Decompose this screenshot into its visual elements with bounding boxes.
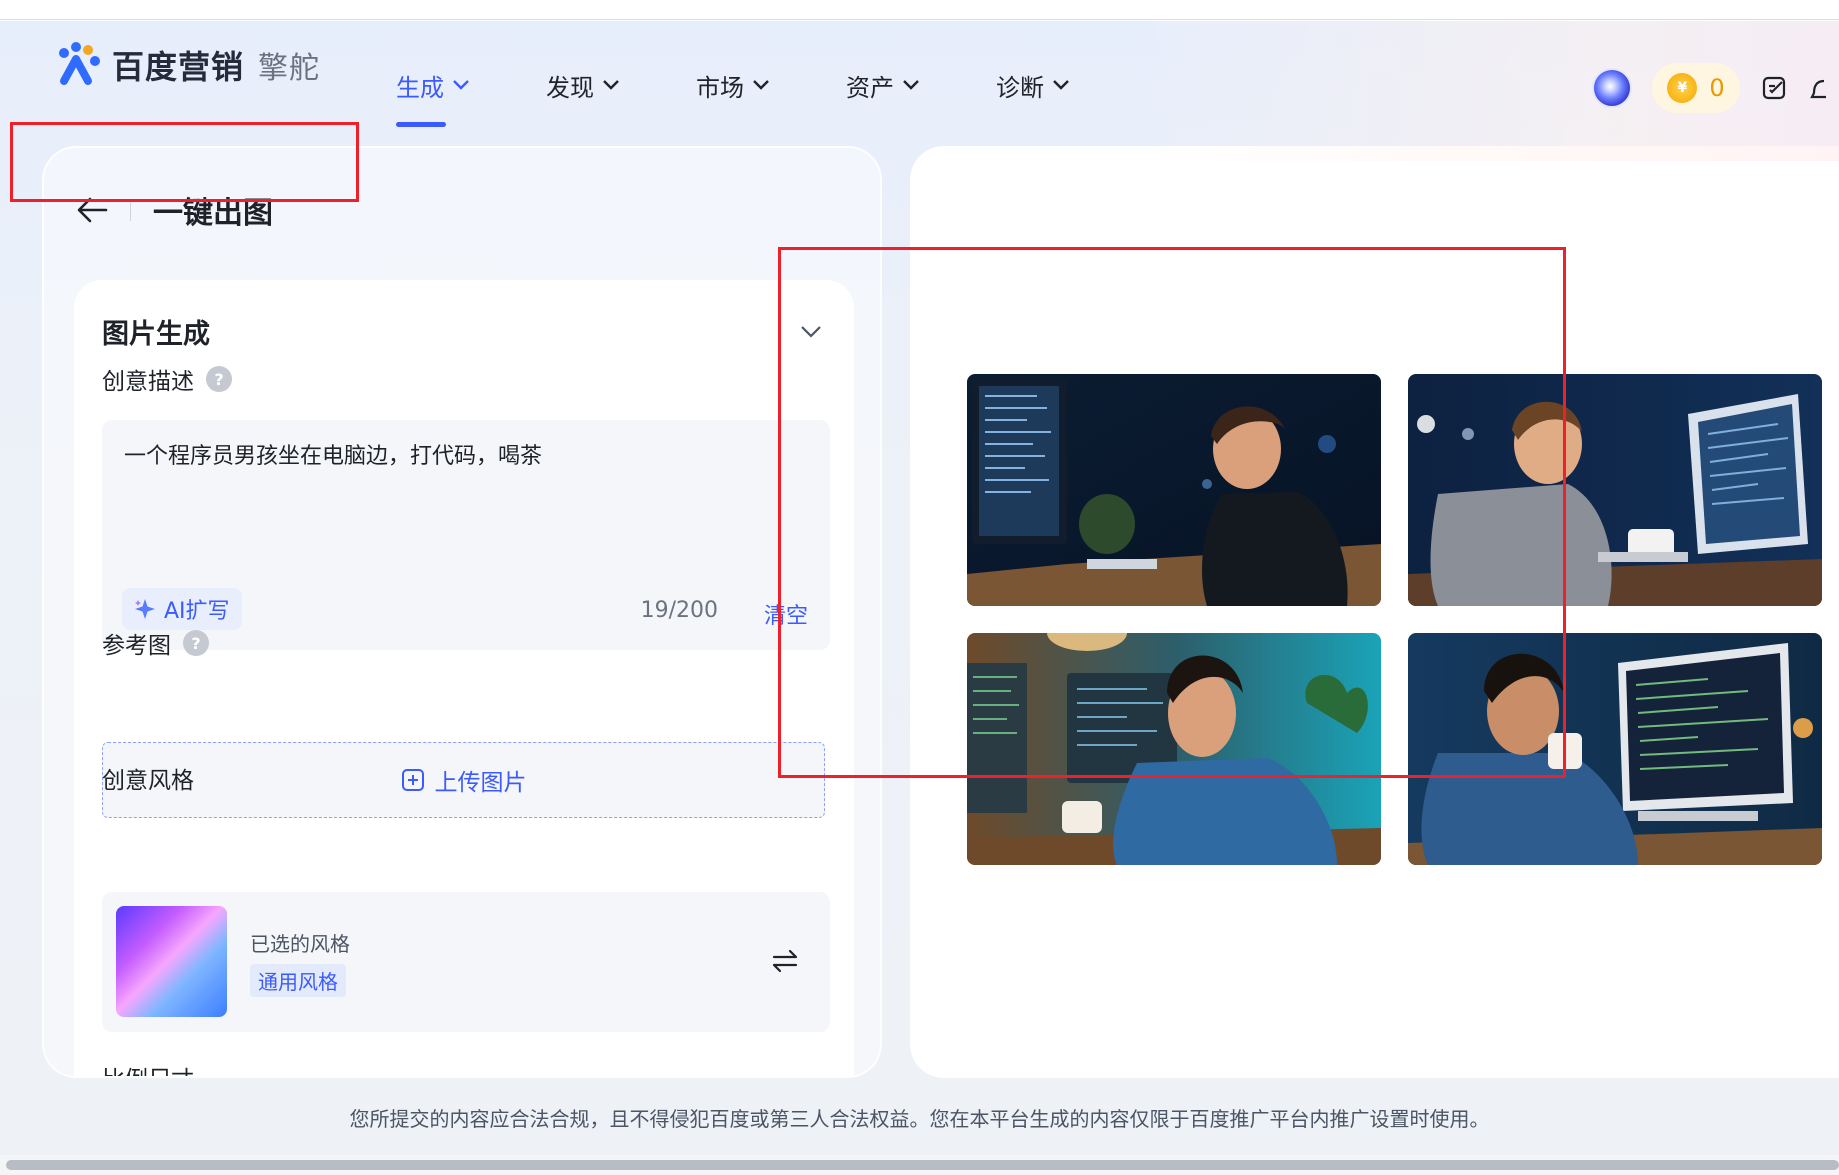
results-panel <box>910 146 1839 1078</box>
style-label-text: 创意风格 <box>102 768 194 794</box>
bell-icon[interactable] <box>1810 73 1826 103</box>
reference-label-text: 参考图 <box>102 633 171 659</box>
char-count: 19/200 <box>640 598 718 623</box>
style-tag: 通用风格 <box>250 964 346 997</box>
sparkle-icon <box>135 599 155 619</box>
section-header[interactable]: 图片生成 <box>102 312 822 351</box>
nav-item-label: 诊断 <box>996 73 1044 102</box>
arrow-left-icon[interactable] <box>74 192 110 228</box>
prompt-textarea[interactable]: 一个程序员男孩坐在电脑边，打代码，喝茶 AI扩写 19/200 清空 <box>102 420 830 650</box>
chevron-down-icon <box>603 80 619 90</box>
upload-image-button[interactable]: 上传图片 <box>102 742 825 818</box>
page-title: 一键出图 <box>153 196 273 231</box>
chevron-down-icon <box>1053 80 1069 90</box>
scrollbar-thumb[interactable] <box>6 1160 1839 1170</box>
left-panel: 一键出图 图片生成 创意描述 ? 一个程序员男孩坐在电脑边，打代码，喝茶 AI扩… <box>42 146 882 1078</box>
brand-product: 擎舵 <box>258 51 321 86</box>
header-actions: ¥ 0 <box>1592 63 1826 113</box>
nav-item-diagnose[interactable]: 诊断 <box>996 69 1070 102</box>
prompt-label: 创意描述 ? <box>102 362 232 396</box>
generated-image-4[interactable] <box>1408 633 1822 865</box>
coin-balance[interactable]: ¥ 0 <box>1652 63 1740 113</box>
baidu-marketing-logo-icon <box>54 41 106 89</box>
swap-icon[interactable] <box>770 946 800 976</box>
nav-item-generate[interactable]: 生成 <box>396 69 470 127</box>
section-title: 图片生成 <box>102 319 210 350</box>
page-header: 一键出图 <box>74 188 273 232</box>
top-header: 百度营销 擎舵 生成 发现 市场 资产 诊断 ¥ 0 <box>0 21 1839 127</box>
help-icon[interactable]: ? <box>183 630 209 656</box>
window-top-bar <box>0 0 1839 20</box>
chevron-down-icon <box>903 80 919 90</box>
divider <box>130 199 131 221</box>
prompt-value: 一个程序员男孩坐在电脑边，打代码，喝茶 <box>124 444 543 469</box>
ai-expand-button[interactable]: AI扩写 <box>122 588 242 630</box>
generated-image-2[interactable] <box>1408 374 1822 606</box>
reference-label: 参考图 ? <box>102 626 209 660</box>
coin-count: 0 <box>1709 74 1725 102</box>
help-icon[interactable]: ? <box>206 366 232 392</box>
brand-name: 百度营销 <box>112 48 245 86</box>
nav-item-label: 市场 <box>696 73 744 102</box>
style-selector[interactable]: 已选的风格 通用风格 <box>102 892 830 1032</box>
footer-disclaimer: 您所提交的内容应合法合规，且不得侵犯百度或第三人合法权益。您在本平台生成的内容仅… <box>349 1107 1490 1131</box>
style-caption: 已选的风格 <box>250 932 350 956</box>
main-nav: 生成 发现 市场 资产 诊断 <box>396 69 1146 127</box>
brand-logo[interactable]: 百度营销 擎舵 <box>54 41 320 89</box>
avatar[interactable] <box>1592 68 1632 108</box>
chevron-down-icon <box>753 80 769 90</box>
prompt-label-text: 创意描述 <box>102 369 194 395</box>
image-generation-form: 图片生成 创意描述 ? 一个程序员男孩坐在电脑边，打代码，喝茶 AI扩写 19/… <box>74 280 854 1076</box>
edit-icon[interactable] <box>1760 73 1790 103</box>
chevron-down-icon[interactable] <box>800 325 822 339</box>
clear-button[interactable]: 清空 <box>764 598 808 630</box>
nav-item-discover[interactable]: 发现 <box>546 69 620 102</box>
aspect-ratio-label-cutoff: 比例尺寸 <box>102 1060 194 1076</box>
plus-square-icon <box>401 769 424 791</box>
nav-item-label: 生成 <box>396 73 444 102</box>
generated-image-3[interactable] <box>967 633 1381 865</box>
nav-item-assets[interactable]: 资产 <box>846 69 920 102</box>
style-label: 创意风格 <box>102 761 194 795</box>
style-thumbnail <box>116 906 227 1017</box>
generated-image-grid <box>967 374 1822 865</box>
nav-item-label: 发现 <box>546 73 594 102</box>
horizontal-scrollbar[interactable] <box>0 1155 1839 1175</box>
upload-label: 上传图片 <box>434 770 527 796</box>
nav-item-label: 资产 <box>846 73 894 102</box>
ai-expand-label: AI扩写 <box>164 599 230 624</box>
chevron-down-icon <box>453 80 469 90</box>
app-root: 百度营销 擎舵 生成 发现 市场 资产 诊断 ¥ 0 一键出图 图片生成 创意描… <box>0 21 1839 1155</box>
generated-image-1[interactable] <box>967 374 1381 606</box>
coin-icon: ¥ <box>1667 73 1698 103</box>
nav-item-market[interactable]: 市场 <box>696 69 770 102</box>
